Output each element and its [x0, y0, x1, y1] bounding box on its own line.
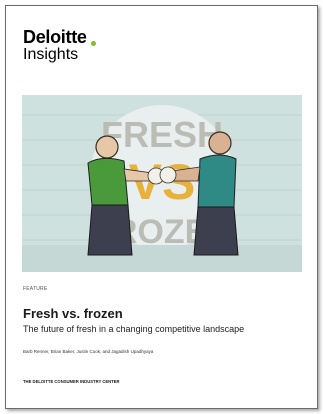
- logo-dot: [91, 41, 96, 46]
- logo-brand: Deloitte: [23, 27, 87, 47]
- article-authors: Barb Renner, Brian Baker, Justin Cook, a…: [23, 349, 154, 354]
- article-label: FEATURE: [23, 286, 48, 292]
- article-subtitle: The future of fresh in a changing compet…: [23, 324, 245, 334]
- logo-product: Insights: [23, 46, 79, 63]
- article-title: Fresh vs. frozen: [23, 306, 123, 321]
- hero-word-vs: VS: [129, 154, 196, 210]
- report-cover: Deloitte Insights FRESH FROZEN VS FEATUR…: [5, 5, 318, 409]
- publisher-name: THE DELOITTE CONSUMER INDUSTRY CENTER: [23, 379, 120, 384]
- hero-word-fresh: FRESH: [101, 114, 223, 155]
- hero-illustration: FRESH FROZEN VS: [22, 95, 302, 272]
